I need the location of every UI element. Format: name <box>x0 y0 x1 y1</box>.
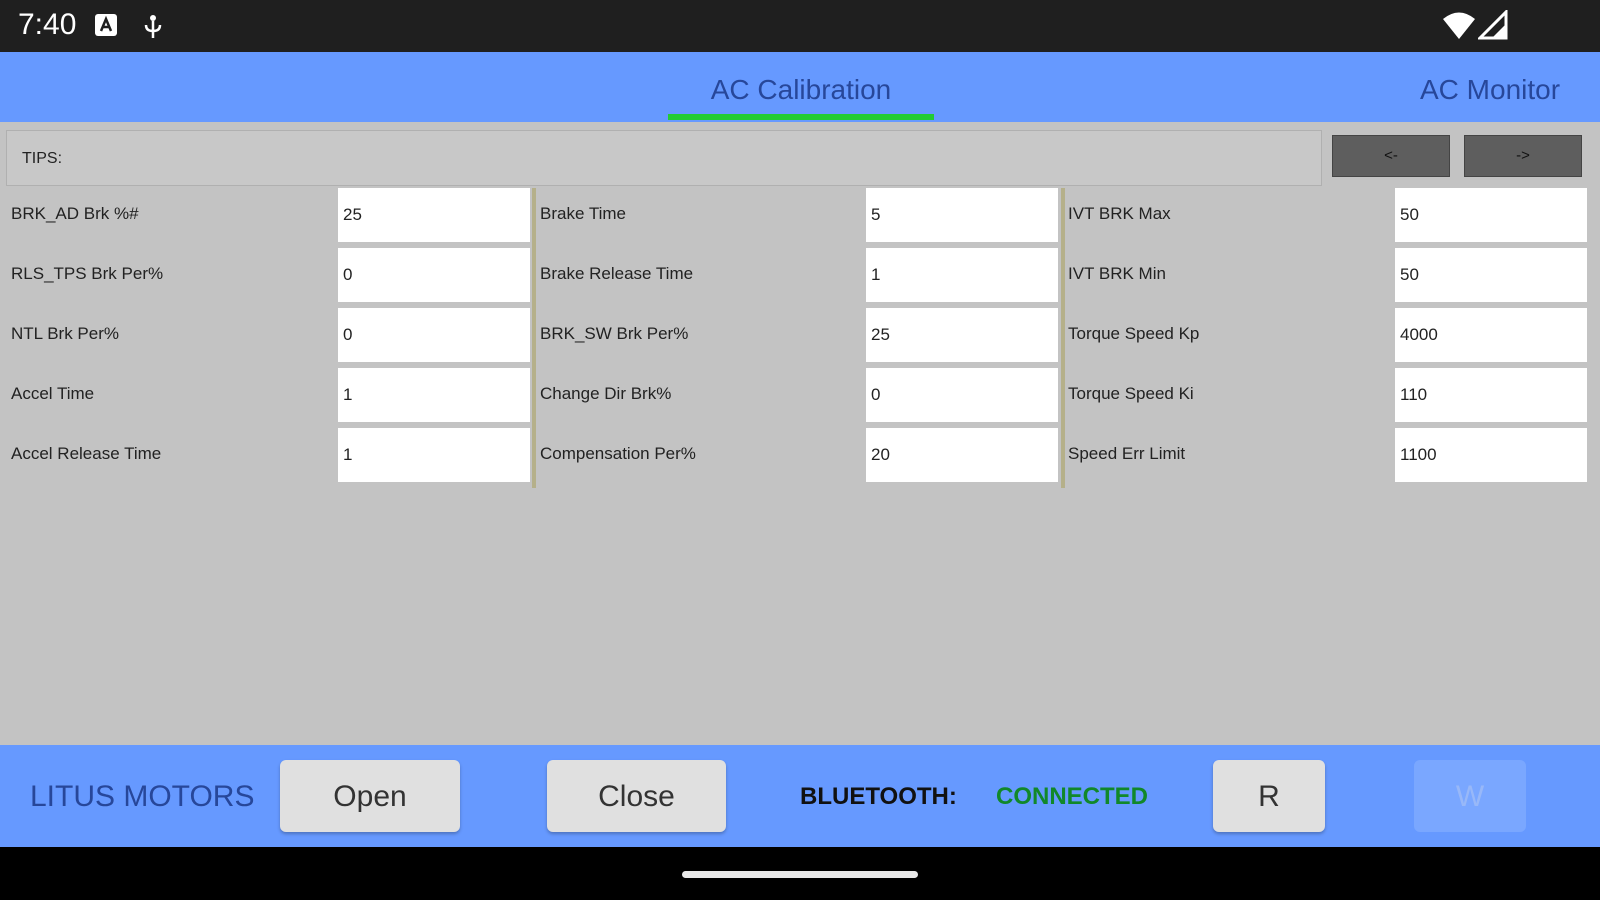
brake-release-time-input[interactable] <box>866 248 1058 302</box>
brk-sw-brk-per-input[interactable] <box>866 308 1058 362</box>
field-label-speed-err-limit: Speed Err Limit <box>1068 444 1186 463</box>
field-label-brk-sw-brk-per: BRK_SW Brk Per% <box>540 324 689 343</box>
field-label-rls-tps-brk-per: RLS_TPS Brk Per% <box>11 264 164 283</box>
field-label-torque-speed-ki: Torque Speed Ki <box>1068 384 1194 403</box>
field-label-brake-release-time: Brake Release Time <box>540 264 694 283</box>
field-label-change-dir-brk: Change Dir Brk% <box>540 384 672 403</box>
home-gesture-handle[interactable] <box>682 871 918 878</box>
accel-time-input[interactable] <box>338 368 530 422</box>
field-label-torque-speed-kp: Torque Speed Kp <box>1068 324 1200 343</box>
torque-speed-ki-input[interactable] <box>1395 368 1587 422</box>
compensation-per-input[interactable] <box>866 428 1058 482</box>
ivt-brk-max-input[interactable] <box>1395 188 1587 242</box>
calibration-panel: TIPS: <- -> BRK_AD Brk %# RLS_TPS Brk Pe… <box>0 122 1600 745</box>
status-time: 7:40 <box>18 8 77 41</box>
ntl-brk-per-input[interactable] <box>338 308 530 362</box>
field-label-ivt-brk-max: IVT BRK Max <box>1068 204 1171 223</box>
system-nav-bar <box>0 847 1600 900</box>
field-label-brk-ad-brk: BRK_AD Brk %# <box>11 204 139 223</box>
tab-bar: AC Calibration AC Monitor <box>0 52 1600 122</box>
tab-ac-monitor[interactable]: AC Monitor <box>1420 52 1600 122</box>
tips-box: TIPS: <box>6 130 1322 186</box>
next-page-button[interactable]: -> <box>1464 135 1582 177</box>
bluetooth-label: BLUETOOTH: <box>800 783 957 810</box>
tab-ac-monitor-label: AC Monitor <box>1420 74 1561 105</box>
wifi-icon <box>1442 10 1476 45</box>
write-button[interactable]: W <box>1414 760 1526 832</box>
speed-err-limit-input[interactable] <box>1395 428 1587 482</box>
change-dir-brk-input[interactable] <box>866 368 1058 422</box>
active-tab-indicator <box>668 114 934 120</box>
notification-a-icon <box>94 12 118 43</box>
brk-ad-brk-input[interactable] <box>338 188 530 242</box>
status-bar: 7:40 <box>0 0 1600 52</box>
usb-debug-icon <box>142 12 164 45</box>
column-divider <box>532 188 536 488</box>
prev-page-button[interactable]: <- <box>1332 135 1450 177</box>
bluetooth-status: CONNECTED <box>996 783 1149 810</box>
rls-tps-brk-per-input[interactable] <box>338 248 530 302</box>
accel-release-time-input[interactable] <box>338 428 530 482</box>
field-label-accel-release-time: Accel Release Time <box>11 444 162 463</box>
field-label-ivt-brk-min: IVT BRK Min <box>1068 264 1166 283</box>
column-divider <box>1061 188 1065 488</box>
tab-ac-calibration-label: AC Calibration <box>710 74 892 105</box>
cell-signal-icon <box>1476 8 1508 45</box>
close-button[interactable]: Close <box>547 760 726 832</box>
brake-time-input[interactable] <box>866 188 1058 242</box>
torque-speed-kp-input[interactable] <box>1395 308 1587 362</box>
read-button[interactable]: R <box>1213 760 1325 832</box>
open-button[interactable]: Open <box>280 760 460 832</box>
brand-label: LITUS MOTORS <box>30 780 255 813</box>
ivt-brk-min-input[interactable] <box>1395 248 1587 302</box>
bottom-toolbar: LITUS MOTORS Open Close BLUETOOTH: CONNE… <box>0 745 1600 847</box>
field-label-compensation-per: Compensation Per% <box>540 444 696 463</box>
field-label-ntl-brk-per: NTL Brk Per% <box>11 324 120 343</box>
field-label-brake-time: Brake Time <box>540 204 626 223</box>
tips-label: TIPS: <box>22 150 63 167</box>
field-label-accel-time: Accel Time <box>11 384 95 403</box>
tab-ac-calibration[interactable]: AC Calibration <box>668 52 934 122</box>
